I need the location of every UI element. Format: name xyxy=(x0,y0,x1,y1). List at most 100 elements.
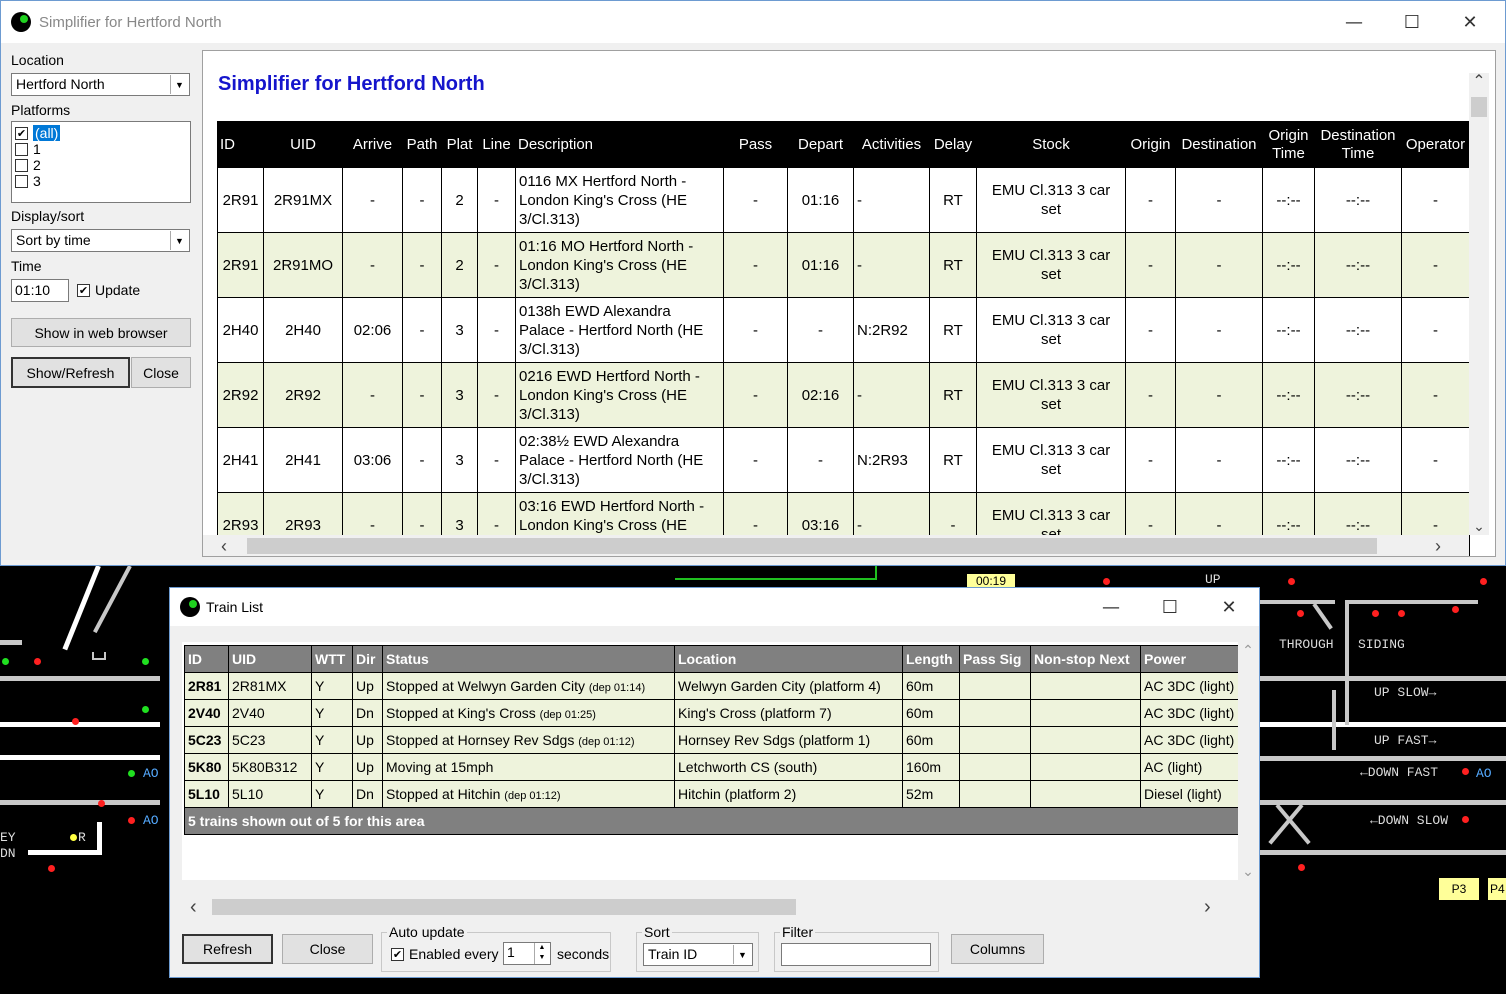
interval-stepper[interactable]: 1 ▲ ▼ xyxy=(503,942,551,965)
column-header[interactable]: Length xyxy=(902,645,960,673)
column-header[interactable]: UID xyxy=(228,645,312,673)
scroll-left-icon[interactable]: ‹ xyxy=(221,535,227,556)
train-id[interactable]: 5C23 xyxy=(184,726,229,754)
signal-red xyxy=(128,817,135,824)
scroll-down-icon[interactable]: ⌄ xyxy=(1469,517,1489,535)
chevron-down-icon[interactable]: ▼ xyxy=(170,75,188,94)
maximize-icon[interactable]: ☐ xyxy=(1141,588,1199,626)
update-toggle[interactable]: ✔ Update xyxy=(77,282,140,298)
scroll-right-icon[interactable]: › xyxy=(1204,896,1211,918)
table-row[interactable]: 5K80 5K80B312 Y Up Moving at 15mph Letch… xyxy=(184,753,1239,781)
update-checkbox[interactable]: ✔ xyxy=(77,283,90,297)
track xyxy=(0,722,160,727)
scroll-down-icon[interactable]: ⌄ xyxy=(1238,863,1258,880)
stepper-arrows-icon[interactable]: ▲ ▼ xyxy=(534,943,549,964)
refresh-button[interactable]: Refresh xyxy=(182,934,273,964)
scroll-up-icon[interactable]: ⌃ xyxy=(1469,73,1489,91)
cell: - xyxy=(1125,167,1176,233)
train-uid: 5K80B312 xyxy=(228,753,312,781)
cell: 0216 EWD Hertford North - London King's … xyxy=(515,362,724,428)
cell: 2 xyxy=(441,232,478,298)
train-id[interactable]: 2R81 xyxy=(184,672,229,700)
close-button[interactable]: Close xyxy=(131,357,191,388)
train-dir: Dn xyxy=(352,780,383,808)
train-id[interactable]: 5L10 xyxy=(184,780,229,808)
scrollbar-thumb[interactable] xyxy=(1471,97,1487,117)
scrollbar-thumb[interactable] xyxy=(247,538,1377,554)
auto-update-toggle[interactable]: ✔ Enabled every xyxy=(391,946,499,962)
show-refresh-button[interactable]: Show/Refresh xyxy=(11,357,130,388)
status-text: Moving at 15mph xyxy=(386,759,494,775)
cell: 3 xyxy=(441,297,478,363)
table-row[interactable]: 2V40 2V40 Y Dn Stopped at King's Cross (… xyxy=(184,699,1239,727)
column-header[interactable]: Pass Sig xyxy=(959,645,1031,673)
train-dir: Dn xyxy=(352,699,383,727)
status-text: Stopped at King's Cross xyxy=(386,705,536,721)
platform-p3: P3 xyxy=(1439,878,1479,900)
vertical-scrollbar[interactable]: ⌃ ⌄ xyxy=(1238,642,1258,880)
horizontal-scrollbar[interactable]: ‹ › xyxy=(182,896,1238,918)
signal-red xyxy=(98,800,105,807)
cell: 2R92 xyxy=(217,362,264,428)
scroll-up-icon[interactable]: ⌃ xyxy=(1238,642,1258,659)
platform-option[interactable]: 1 xyxy=(12,141,190,157)
checkbox[interactable] xyxy=(15,174,28,188)
column-header[interactable]: Non-stop Next xyxy=(1030,645,1141,673)
label-through: THROUGH xyxy=(1279,637,1334,652)
scroll-right-icon[interactable]: › xyxy=(1435,535,1441,556)
horizontal-scrollbar[interactable]: ‹ › xyxy=(203,535,1469,556)
column-header[interactable]: ID xyxy=(184,645,229,673)
platform-option[interactable]: ✔ (all) xyxy=(12,125,190,141)
close-button[interactable]: Close xyxy=(282,934,373,964)
checkbox[interactable] xyxy=(15,158,28,172)
chevron-down-icon[interactable]: ▼ xyxy=(733,945,751,964)
table-row[interactable]: 5L10 5L10 Y Dn Stopped at Hitchin (dep 0… xyxy=(184,780,1239,808)
column-header[interactable]: Status xyxy=(382,645,675,673)
table-row[interactable]: 2R81 2R81MX Y Up Stopped at Welwyn Garde… xyxy=(184,672,1239,700)
column-header[interactable]: Dir xyxy=(352,645,383,673)
vertical-scrollbar[interactable]: ⌃ ⌄ xyxy=(1469,73,1489,535)
show-in-web-browser-button[interactable]: Show in web browser xyxy=(11,318,191,347)
column-header[interactable]: Location xyxy=(674,645,903,673)
minimize-icon[interactable]: — xyxy=(1082,588,1140,626)
cell: 3 xyxy=(441,427,478,493)
location-select[interactable]: Hertford North ▼ xyxy=(11,73,190,96)
scrollbar-thumb[interactable] xyxy=(212,899,796,915)
cell: RT xyxy=(929,427,977,493)
train-length: 52m xyxy=(902,780,960,808)
column-header[interactable]: WTT xyxy=(311,645,353,673)
auto-update-group: Auto update ✔ Enabled every 1 ▲ ▼ seconds xyxy=(381,924,611,972)
display-sort-label: Display/sort xyxy=(11,208,85,224)
filter-input[interactable] xyxy=(781,943,931,966)
checkbox[interactable]: ✔ xyxy=(15,126,28,140)
time-input[interactable]: 01:10 xyxy=(11,279,69,302)
table-row[interactable]: 5C23 5C23 Y Up Stopped at Hornsey Rev Sd… xyxy=(184,726,1239,754)
table-row: 2H40 2H40 02:06 - 3 - 0138h EWD Alexandr… xyxy=(217,297,1470,363)
minimize-icon[interactable]: — xyxy=(1325,1,1383,43)
columns-button[interactable]: Columns xyxy=(951,934,1044,964)
status-text: Stopped at Hitchin xyxy=(386,786,501,802)
platform-option[interactable]: 2 xyxy=(12,157,190,173)
sort-select[interactable]: Sort by time ▼ xyxy=(11,229,190,252)
train-id[interactable]: 2V40 xyxy=(184,699,229,727)
checkbox[interactable] xyxy=(15,142,28,156)
train-id[interactable]: 5K80 xyxy=(184,753,229,781)
cell: --:-- xyxy=(1314,427,1402,493)
maximize-icon[interactable]: ☐ xyxy=(1383,1,1441,43)
platform-option[interactable]: 3 xyxy=(12,173,190,189)
train-pass-sig xyxy=(959,699,1031,727)
enabled-checkbox[interactable]: ✔ xyxy=(391,947,404,961)
close-icon[interactable]: ✕ xyxy=(1200,588,1258,626)
close-icon[interactable]: ✕ xyxy=(1441,1,1499,43)
scroll-left-icon[interactable]: ‹ xyxy=(190,896,197,918)
cell: - xyxy=(1401,362,1470,428)
cell: - xyxy=(723,297,788,363)
platforms-list[interactable]: ✔ (all) 1 2 3 xyxy=(11,121,191,203)
label-up-slow: UP SLOW→ xyxy=(1374,685,1437,700)
sort-select[interactable]: Train ID ▼ xyxy=(643,943,753,966)
column-header: Path xyxy=(402,121,442,168)
cell: - xyxy=(1175,362,1263,428)
cell: - xyxy=(787,297,854,363)
column-header[interactable]: Power xyxy=(1140,645,1239,673)
chevron-down-icon[interactable]: ▼ xyxy=(170,231,188,250)
